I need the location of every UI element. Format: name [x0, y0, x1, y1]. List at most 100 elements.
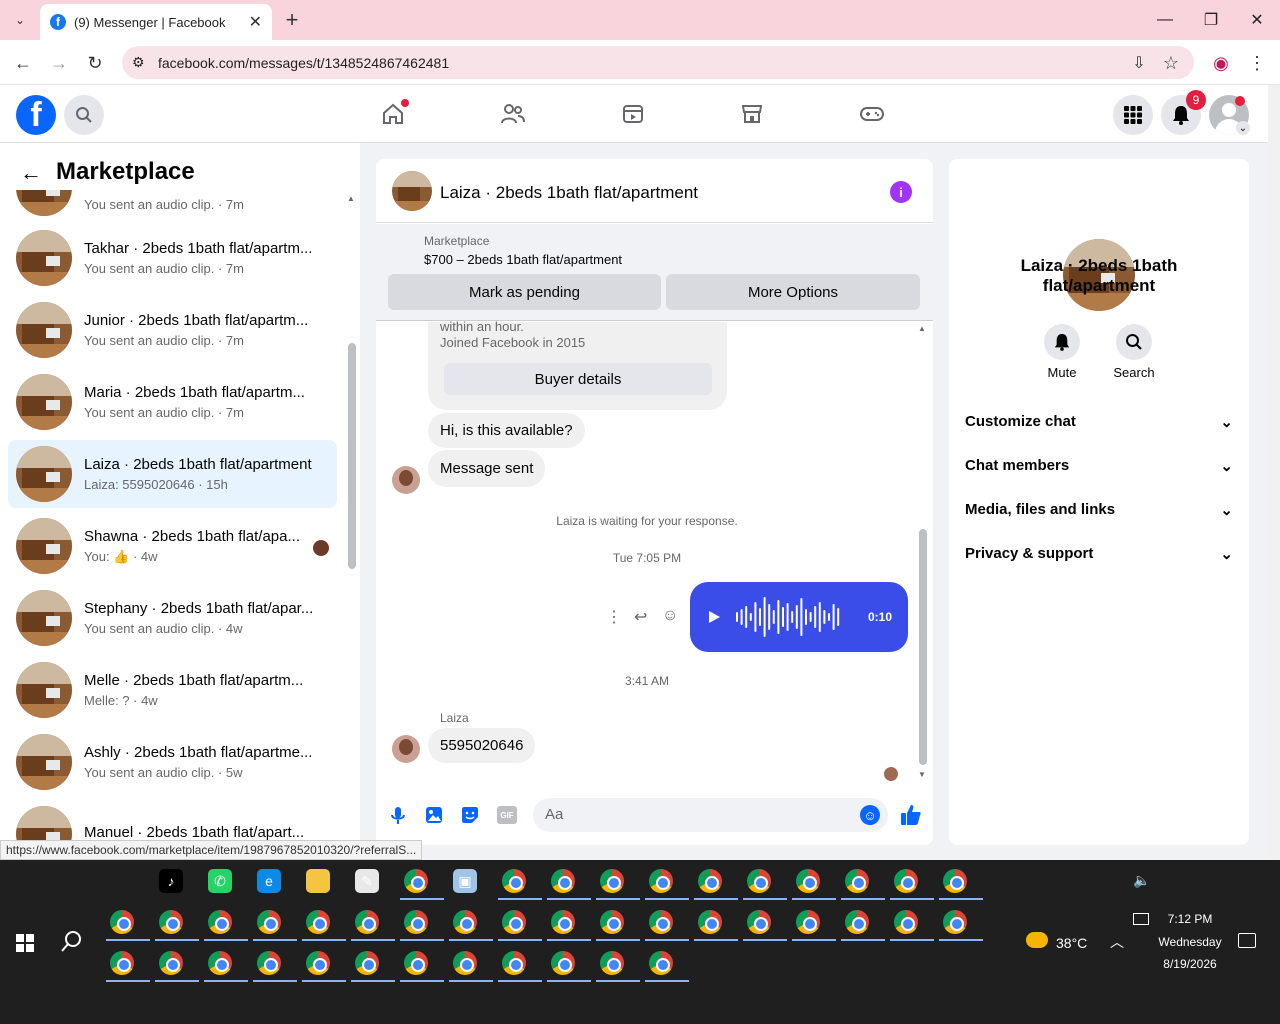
listing-title[interactable]: $700 – 2beds 1bath flat/apartment: [424, 252, 622, 267]
chrome-window-icon[interactable]: [396, 903, 444, 941]
profile-icon[interactable]: ◉: [1207, 49, 1235, 77]
chrome-window-icon[interactable]: [298, 944, 346, 982]
network-icon[interactable]: [1133, 913, 1149, 925]
audio-message[interactable]: 0:10: [690, 582, 908, 652]
chrome-window-icon[interactable]: [102, 944, 150, 982]
page-scrollbar[interactable]: [1268, 85, 1280, 860]
chrome-window-icon[interactable]: [543, 862, 591, 900]
chat-members-section[interactable]: Chat members ⌄: [965, 457, 1233, 475]
back-icon[interactable]: ←: [9, 49, 37, 77]
customize-chat-section[interactable]: Customize chat ⌄: [965, 413, 1233, 431]
chat-scrollbar[interactable]: [919, 529, 927, 765]
react-emoji-icon[interactable]: ☺: [662, 607, 678, 625]
chrome-window-icon[interactable]: [298, 903, 346, 941]
chat-title[interactable]: Laiza · 2beds 1bath flat/apartment: [440, 183, 698, 203]
chat-scroll-down-icon[interactable]: ▼: [918, 770, 926, 779]
chrome-window-icon[interactable]: [396, 862, 444, 900]
sender-avatar[interactable]: [392, 466, 420, 494]
search-icon[interactable]: [1116, 324, 1152, 360]
chrome-window-icon[interactable]: [151, 903, 199, 941]
tab-close-icon[interactable]: ✕: [249, 12, 262, 32]
menu-grid-icon[interactable]: [1113, 95, 1153, 135]
chrome-window-icon[interactable]: [837, 903, 885, 941]
chrome-window-icon[interactable]: [592, 903, 640, 941]
temperature[interactable]: 38°C: [1056, 935, 1087, 951]
chrome-window-icon[interactable]: [347, 903, 395, 941]
incoming-message[interactable]: 5595020646: [428, 728, 536, 763]
chrome-window-icon[interactable]: [445, 903, 493, 941]
conversation-item[interactable]: Ashly · 2beds 1bath flat/apartme... You s…: [8, 728, 337, 796]
info-icon[interactable]: i: [890, 181, 912, 203]
site-info-icon[interactable]: ⚙: [132, 54, 145, 71]
conversation-item[interactable]: Shawna · 2beds 1bath flat/apa... You: 👍 ·…: [8, 512, 337, 580]
chrome-window-icon[interactable]: [102, 903, 150, 941]
paint-icon[interactable]: ✎: [347, 862, 387, 900]
fb-search-icon[interactable]: [64, 95, 104, 135]
chat-avatar[interactable]: [392, 171, 432, 211]
install-app-icon[interactable]: ⇩: [1125, 49, 1153, 77]
chat-scroll-up-icon[interactable]: ▲: [918, 324, 926, 333]
chrome-window-icon[interactable]: [837, 862, 885, 900]
chrome-window-icon[interactable]: [445, 944, 493, 982]
chrome-window-icon[interactable]: [249, 903, 297, 941]
reply-icon[interactable]: ↩: [634, 607, 647, 627]
chrome-window-icon[interactable]: [200, 903, 248, 941]
chrome-window-icon[interactable]: [592, 862, 640, 900]
clock-time[interactable]: 7:12 PM: [1152, 912, 1228, 926]
forward-icon[interactable]: →: [45, 49, 73, 77]
chrome-window-icon[interactable]: [690, 903, 738, 941]
emoji-icon[interactable]: ☺: [860, 805, 880, 825]
gaming-icon[interactable]: [858, 100, 886, 128]
buyer-details-button[interactable]: Buyer details: [444, 363, 712, 395]
chrome-window-icon[interactable]: [641, 903, 689, 941]
chrome-window-icon[interactable]: [494, 944, 542, 982]
message-input[interactable]: Aa: [533, 798, 888, 832]
edge-icon[interactable]: e: [249, 862, 289, 900]
chrome-window-icon[interactable]: [641, 862, 689, 900]
video-icon[interactable]: [619, 100, 647, 128]
reload-icon[interactable]: ↻: [81, 49, 109, 77]
conversation-item[interactable]: Stephany · 2beds 1bath flat/apar... You s…: [8, 584, 337, 652]
address-bar[interactable]: ⚙ facebook.com/messages/t/13485248674624…: [122, 46, 1194, 79]
bookmark-star-icon[interactable]: ☆: [1157, 49, 1185, 77]
chrome-window-icon[interactable]: [886, 903, 934, 941]
chrome-window-icon[interactable]: [543, 903, 591, 941]
more-options-button[interactable]: More Options: [666, 274, 920, 310]
gif-icon[interactable]: GIF: [497, 806, 517, 824]
chrome-window-icon[interactable]: [347, 944, 395, 982]
chrome-window-icon[interactable]: [200, 944, 248, 982]
incoming-message[interactable]: Hi, is this available?: [428, 413, 585, 448]
sender-avatar[interactable]: [392, 735, 420, 763]
chrome-window-icon[interactable]: [935, 903, 983, 941]
new-tab-button[interactable]: +: [278, 6, 306, 34]
scroll-up-icon[interactable]: ▲: [347, 194, 355, 203]
sidebar-scrollbar[interactable]: [348, 343, 356, 569]
minimize-button[interactable]: —: [1150, 8, 1180, 32]
account-chevron-icon[interactable]: ⌄: [1236, 121, 1250, 135]
weather-icon[interactable]: [1026, 932, 1048, 948]
chrome-window-icon[interactable]: [249, 944, 297, 982]
browser-tab[interactable]: f (9) Messenger | Facebook ✕: [40, 4, 272, 40]
conversation-item[interactable]: Melle · 2beds 1bath flat/apartm... Melle:…: [8, 656, 337, 724]
chrome-window-icon[interactable]: [494, 862, 542, 900]
clock-day[interactable]: Wednesday: [1152, 935, 1228, 949]
marketplace-icon[interactable]: [738, 100, 766, 128]
tray-chevron-icon[interactable]: ︿: [1110, 932, 1124, 952]
conversation-item[interactable]: You sent an audio clip. · 7m: [8, 190, 337, 222]
chrome-window-icon[interactable]: [739, 903, 787, 941]
chrome-window-icon[interactable]: [396, 944, 444, 982]
tiktok-icon[interactable]: ♪: [151, 862, 191, 900]
conversation-item[interactable]: Manuel · 2beds 1bath flat/apart...: [8, 800, 337, 840]
taskbar-empty-slot[interactable]: [102, 862, 142, 900]
search-label[interactable]: Search: [1104, 365, 1164, 380]
remote-desktop-icon[interactable]: ▣: [445, 862, 485, 900]
friends-icon[interactable]: [499, 100, 527, 128]
conversation-item-active[interactable]: Laiza · 2beds 1bath flat/apartment Laiza:…: [8, 440, 337, 508]
sticker-icon[interactable]: [460, 805, 480, 825]
home-icon[interactable]: [379, 99, 409, 128]
conversation-item[interactable]: Takhar · 2beds 1bath flat/apartm... You s…: [8, 224, 337, 292]
chrome-window-icon[interactable]: [543, 944, 591, 982]
file-explorer-icon[interactable]: [298, 862, 338, 900]
tab-search-icon[interactable]: ⌄: [6, 6, 34, 34]
maximize-button[interactable]: ❐: [1196, 8, 1226, 32]
